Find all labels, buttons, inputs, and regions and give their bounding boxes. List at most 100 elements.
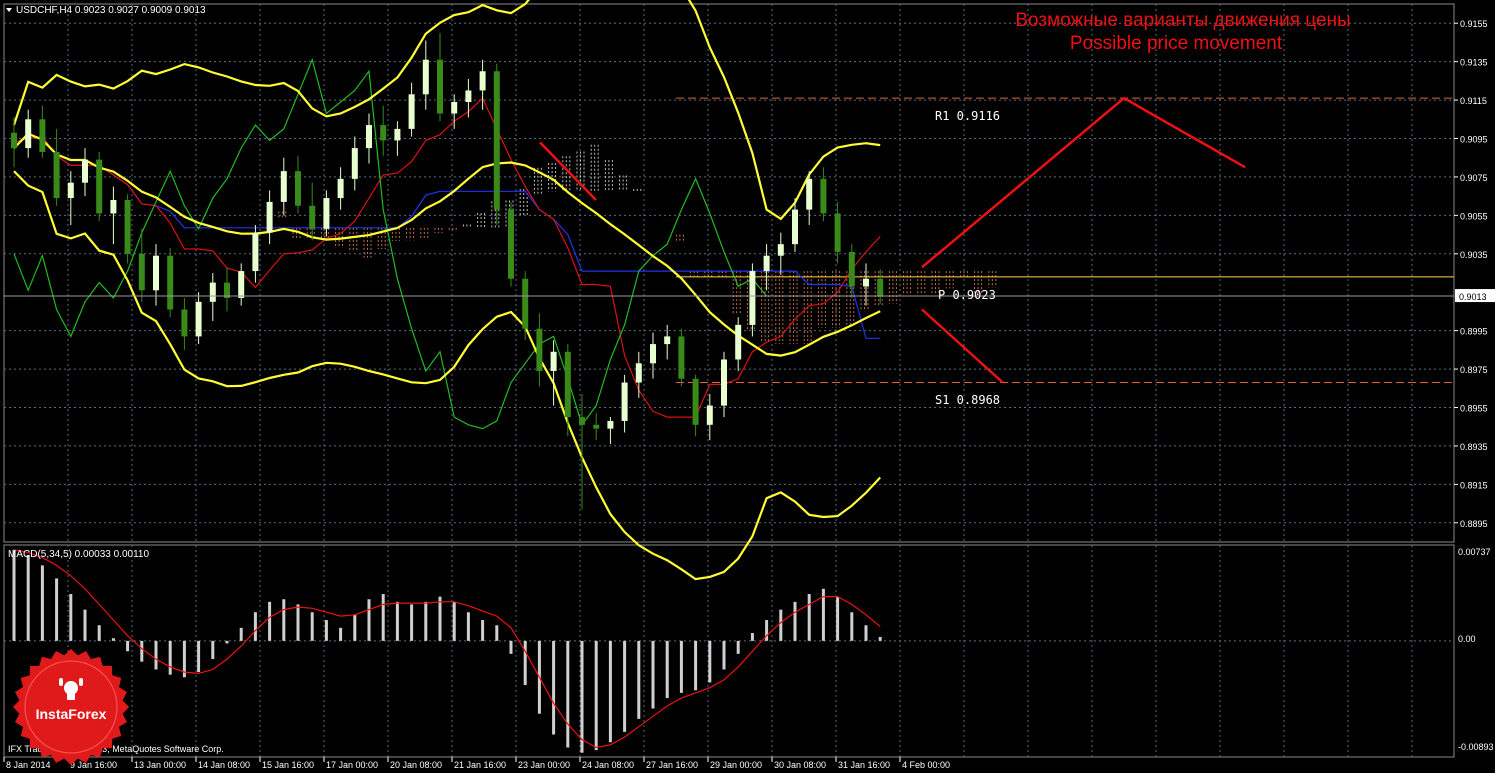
candle-body xyxy=(153,255,159,291)
candle-body xyxy=(167,255,174,310)
candle-body xyxy=(408,94,415,129)
candle-body xyxy=(96,159,103,214)
price-tick-label: 0.9035 xyxy=(1460,250,1488,260)
time-tick-label: 31 Jan 16:00 xyxy=(838,760,890,770)
forecast-title-en: Possible price movement xyxy=(1070,33,1283,54)
candle-body xyxy=(53,151,60,199)
price-tick-label: 0.9095 xyxy=(1460,135,1488,145)
instaforex-logo: InstaForex xyxy=(12,648,130,766)
candle-body xyxy=(195,301,202,337)
candle-body xyxy=(834,213,841,252)
candle-body xyxy=(508,209,514,279)
macd-axis-top: 0.00737 xyxy=(1458,547,1491,557)
macd-signal-line xyxy=(13,549,881,749)
candle-body xyxy=(238,271,245,298)
candle-body xyxy=(550,351,557,371)
candle-body xyxy=(25,119,32,149)
macd-axis-bottom: -0.00893 xyxy=(1458,742,1494,752)
candle-body xyxy=(39,119,46,152)
candle-body xyxy=(323,198,330,229)
candle-body xyxy=(692,378,699,425)
candle-body xyxy=(820,178,827,214)
candle-body xyxy=(380,125,387,141)
candle-body xyxy=(209,282,216,302)
price-tick-label: 0.8955 xyxy=(1460,404,1488,414)
price-tick-label: 0.9075 xyxy=(1460,173,1488,183)
candle-body xyxy=(621,382,628,421)
time-tick-label: 14 Jan 08:00 xyxy=(198,760,250,770)
candle-body xyxy=(536,328,543,371)
time-tick-label: 30 Jan 08:00 xyxy=(774,760,826,770)
candle-body xyxy=(422,59,429,95)
candle-body xyxy=(138,253,145,291)
symbol-dropdown-icon[interactable] xyxy=(6,8,12,12)
candle-body xyxy=(877,278,884,297)
candle-body xyxy=(593,424,600,429)
candle-body xyxy=(351,148,358,179)
candle-body xyxy=(82,159,88,183)
time-tick-label: 27 Jan 16:00 xyxy=(646,760,698,770)
candle-body xyxy=(465,90,472,102)
price-tick-label: 0.9115 xyxy=(1460,96,1487,106)
candle-body xyxy=(337,178,344,199)
candle-body xyxy=(252,232,259,272)
candle-body xyxy=(735,324,742,360)
trading-chart[interactable]: 0.9155 0.9135 0.9115 0.9095 0.9075 0.9055 0.90… xyxy=(0,0,1495,773)
bollinger-lower xyxy=(13,170,882,581)
time-tick-label: 23 Jan 00:00 xyxy=(518,760,570,770)
candle-body xyxy=(792,209,798,245)
bollinger-upper xyxy=(12,0,881,221)
candle-body xyxy=(309,205,316,229)
candle-body xyxy=(522,278,529,329)
candle-body xyxy=(806,178,813,210)
macd-indicator xyxy=(12,549,882,753)
time-tick-label: 15 Jan 16:00 xyxy=(262,760,314,770)
candle-body xyxy=(280,171,287,202)
price-tick-label: 0.8995 xyxy=(1460,327,1488,337)
forecast-arrows xyxy=(539,96,1246,384)
candle-body xyxy=(721,359,727,406)
candle-body xyxy=(650,344,656,364)
candle-body xyxy=(67,182,74,199)
time-tick-label: 29 Jan 00:00 xyxy=(710,760,762,770)
candle-body xyxy=(607,420,614,429)
price-tick-label: 0.8975 xyxy=(1460,365,1488,375)
price-tick-label: 0.8935 xyxy=(1460,442,1488,452)
price-tick-label: 0.9135 xyxy=(1460,58,1488,68)
candle-body xyxy=(706,405,713,425)
candle-body xyxy=(763,255,770,272)
candle-body xyxy=(564,351,571,418)
candle-body xyxy=(181,309,188,337)
candle-body xyxy=(664,336,671,345)
candlesticks xyxy=(11,32,884,510)
s1-label: S1 0.8968 xyxy=(935,393,1000,407)
time-tick-label: 20 Jan 08:00 xyxy=(390,760,442,770)
candle-body xyxy=(848,251,855,287)
candle-body xyxy=(266,201,273,233)
time-tick-label: 24 Jan 08:00 xyxy=(582,760,634,770)
pivot-label: P 0.9023 xyxy=(938,288,996,302)
candle-body xyxy=(124,199,131,254)
r1-label: R1 0.9116 xyxy=(935,109,1000,123)
candle-body xyxy=(579,417,585,425)
candle-body xyxy=(11,132,17,149)
candle-body xyxy=(394,128,401,141)
candle-body xyxy=(110,199,117,214)
candle-body xyxy=(493,71,500,210)
grid-lines xyxy=(4,4,1454,757)
candle-body xyxy=(777,244,784,256)
candle-body xyxy=(863,278,869,287)
price-tick-label: 0.8915 xyxy=(1460,480,1488,490)
macd-axis-zero: 0.00 xyxy=(1458,634,1476,644)
symbol-info: USDCHF,H4 0.9023 0.9027 0.9009 0.9013 xyxy=(16,5,206,16)
time-tick-label: 17 Jan 00:00 xyxy=(326,760,378,770)
candle-body xyxy=(678,336,685,379)
time-tick-label: 4 Feb 00:00 xyxy=(902,760,950,770)
current-price-label: 0.9013 xyxy=(1459,292,1487,302)
candle-body xyxy=(451,101,458,114)
forecast-path-up xyxy=(921,96,1246,269)
main-chart-frame xyxy=(3,3,1455,543)
time-tick-label: 13 Jan 00:00 xyxy=(134,760,186,770)
price-tick-label: 0.9155 xyxy=(1460,19,1488,29)
logo-text: InstaForex xyxy=(35,706,107,722)
